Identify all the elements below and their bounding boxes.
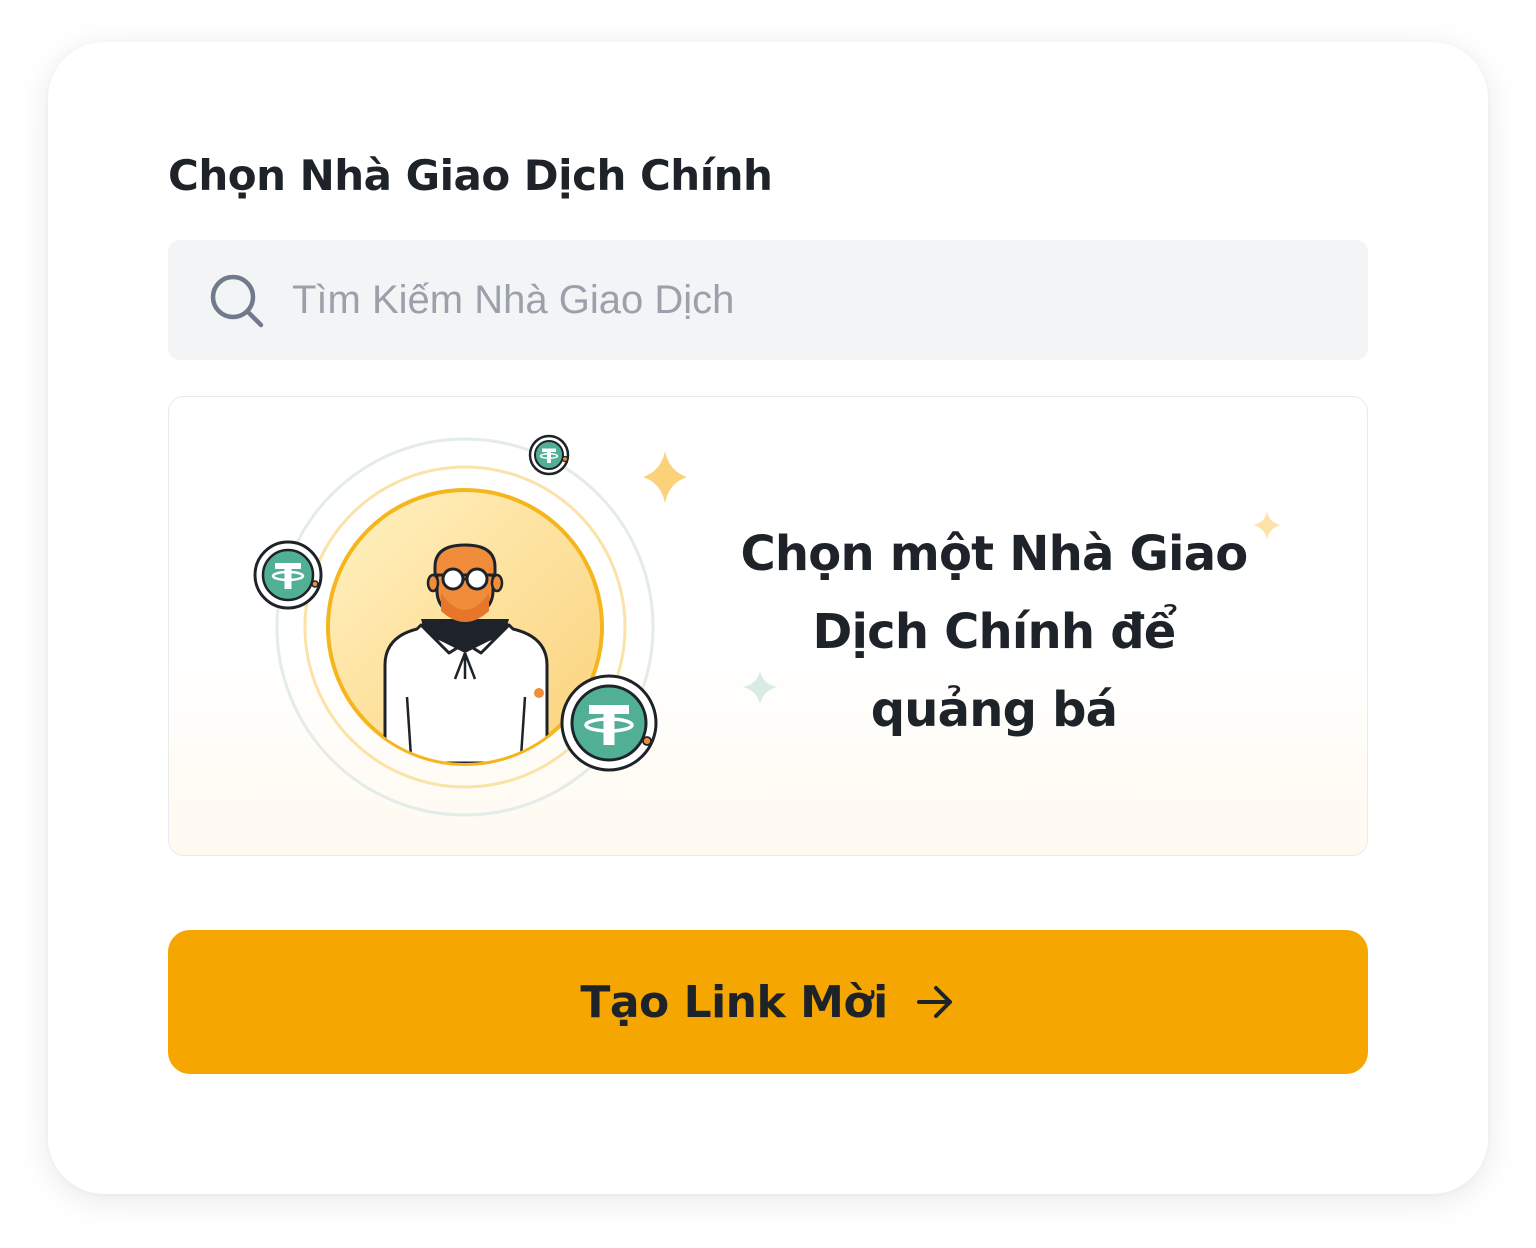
search-input[interactable] <box>292 240 1332 360</box>
create-invite-link-label: Tạo Link Mời <box>580 976 888 1028</box>
empty-state-panel: Chọn một Nhà Giao Dịch Chính để quảng bá <box>168 396 1368 856</box>
create-invite-link-button[interactable]: Tạo Link Mời <box>168 930 1368 1074</box>
promote-trader-card: Chọn Nhà Giao Dịch Chính Tìm Kiếm Nhà Gi… <box>48 42 1488 1194</box>
search-box[interactable] <box>168 240 1368 360</box>
sparkle-icon <box>643 451 687 503</box>
usdt-coin-icon <box>528 434 570 476</box>
usdt-coin-icon <box>253 540 323 610</box>
arrow-right-icon <box>916 986 952 1018</box>
section-title: Chọn Nhà Giao Dịch Chính <box>168 151 773 200</box>
search-icon <box>210 274 264 328</box>
usdt-coin-icon <box>560 674 658 772</box>
empty-state-message: Chọn một Nhà Giao Dịch Chính để quảng bá <box>740 526 1249 738</box>
